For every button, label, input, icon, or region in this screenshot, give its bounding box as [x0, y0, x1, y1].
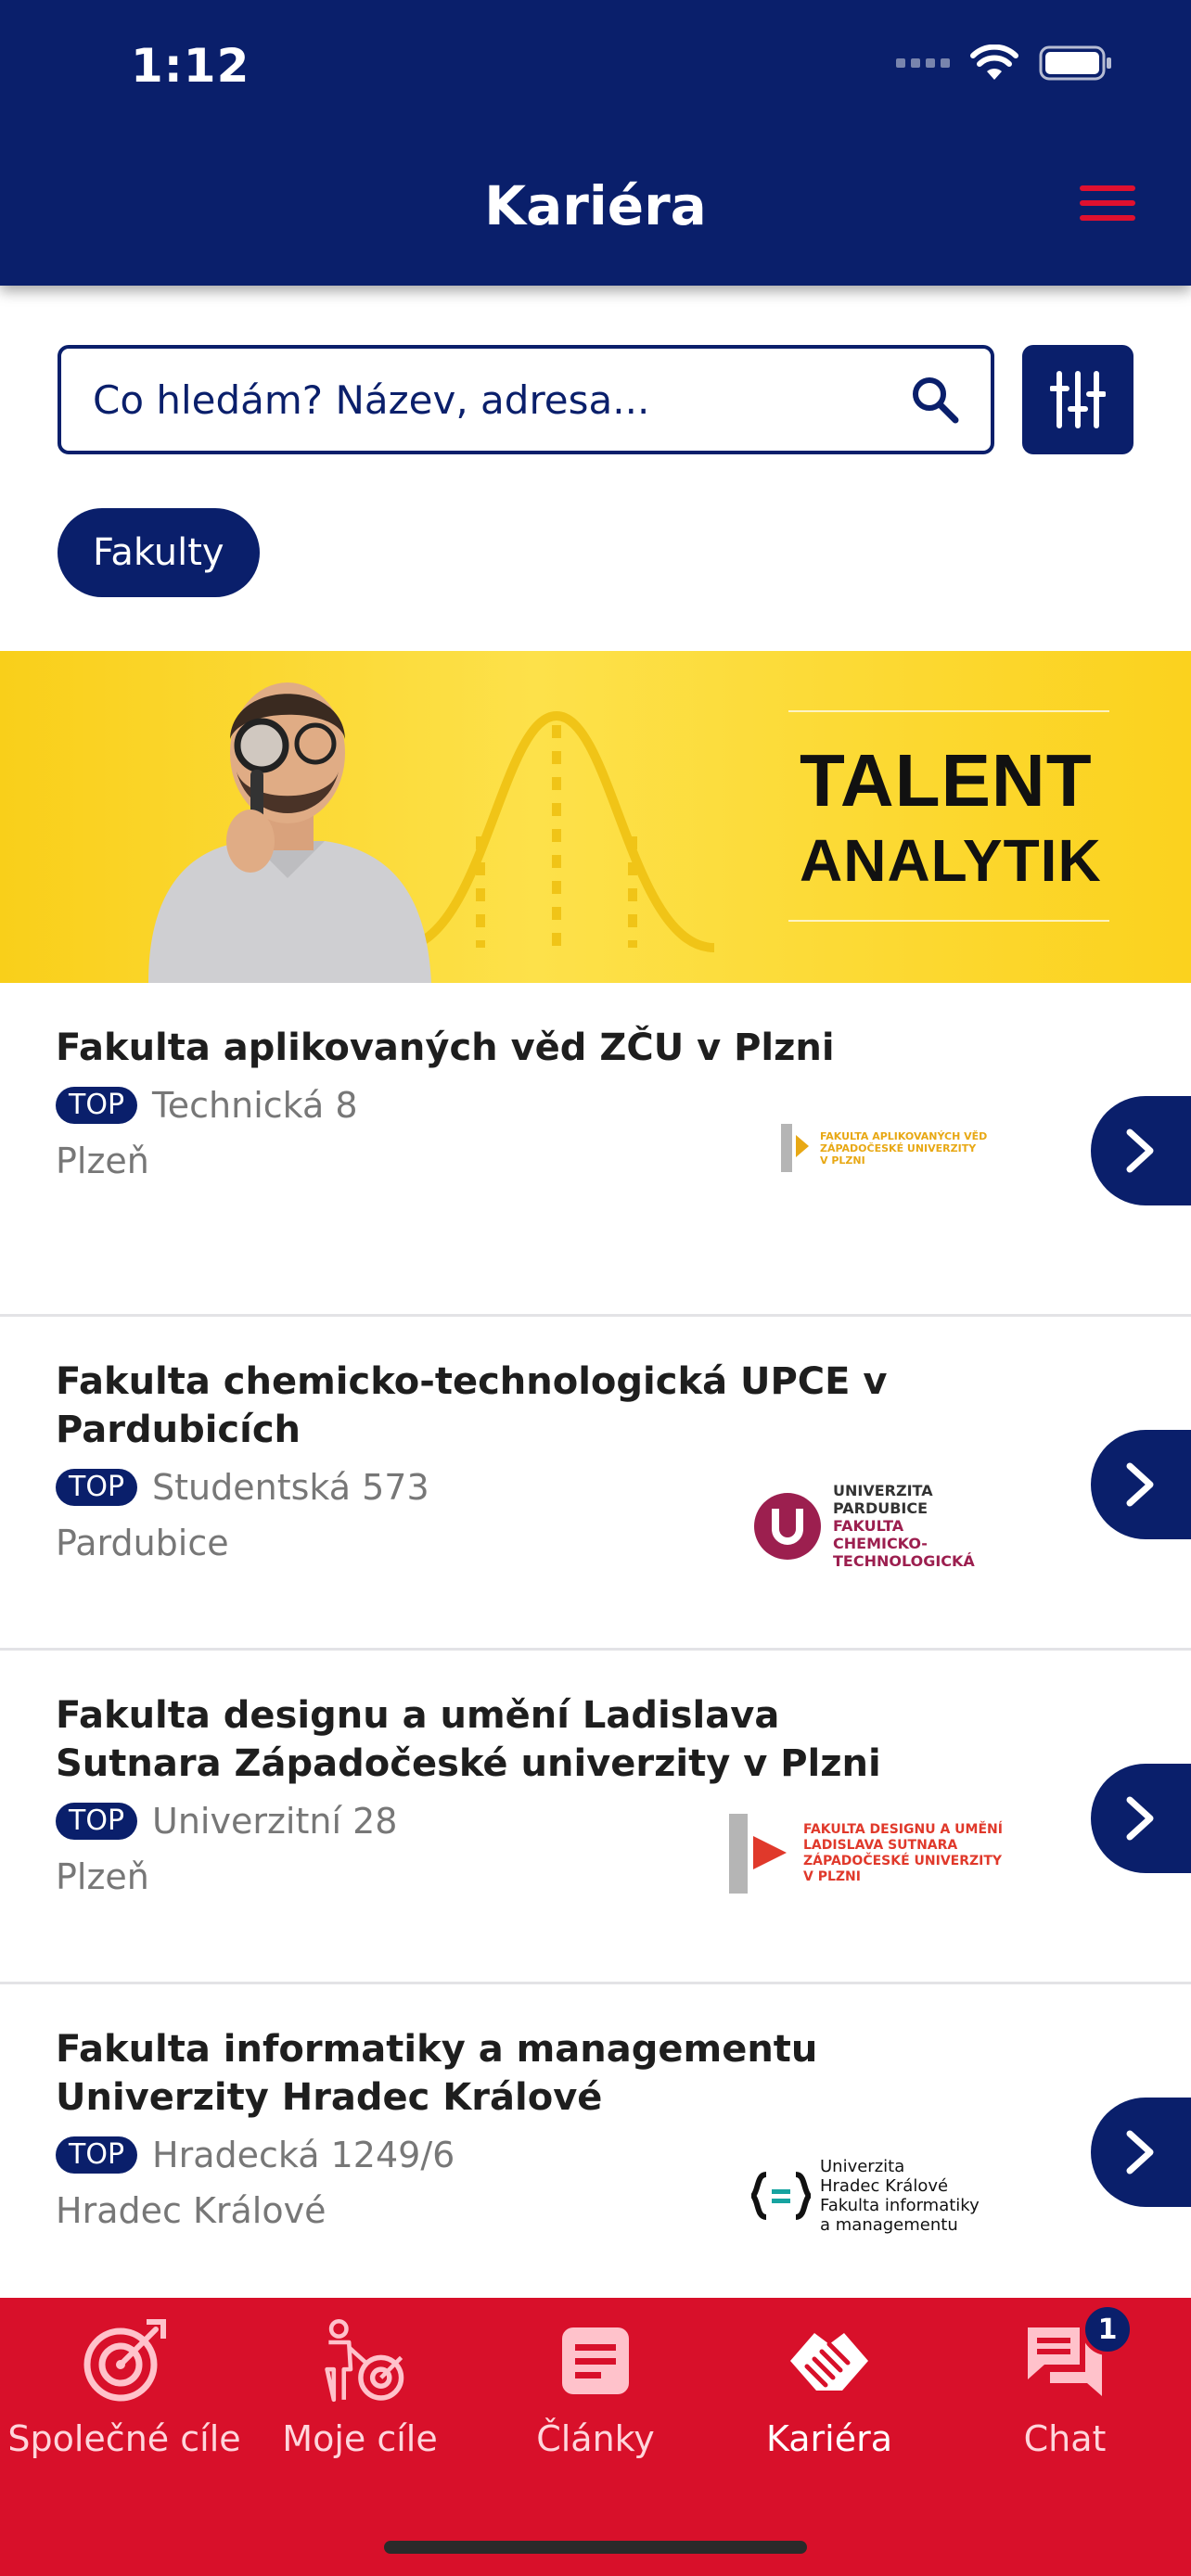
upce-logo-icon [754, 1492, 821, 1560]
home-indicator [384, 2541, 807, 2554]
item-title: Fakulta chemicko-technologická UPCE v Pa… [56, 1360, 888, 1451]
faculty-list: Fakulta aplikovaných věd ZČU v Plzni TOP… [0, 983, 1191, 2318]
uhk-logo-icon [751, 2172, 811, 2220]
item-address: TOP Univerzitní 28 [56, 1801, 397, 1842]
tab-label: Články [536, 2418, 655, 2459]
list-item[interactable]: Fakulta designu a umění Ladislava Sutnar… [0, 1651, 1191, 1984]
item-address: TOP Studentská 573 [56, 1467, 429, 1508]
chevron-right-icon [1126, 1796, 1154, 1841]
faculty-logo: FAKULTA APLIKOVANÝCH VĚD ZÁPADOČESKÉ UNI… [779, 1122, 987, 1174]
chevron-right-icon [1126, 1129, 1154, 1173]
tab-chat[interactable]: 1 Chat [946, 2303, 1184, 2491]
battery-icon [1039, 45, 1111, 81]
bottom-tab-bar: Společné cíle Moje cíle Články Kariéra 1… [0, 2298, 1191, 2576]
filter-button[interactable] [1022, 345, 1133, 454]
wifi-icon [970, 45, 1018, 80]
tab-label: Moje cíle [282, 2418, 438, 2459]
top-badge: TOP [56, 1087, 138, 1124]
list-item[interactable]: Fakulta chemicko-technologická UPCE v Pa… [0, 1317, 1191, 1651]
search-box [58, 345, 994, 454]
item-street: Univerzitní 28 [152, 1801, 398, 1842]
item-title: Fakulta designu a umění Ladislava Sutnar… [56, 1694, 881, 1785]
tab-label: Společné cíle [7, 2418, 241, 2459]
banner-line-2: ANALYTIK [800, 827, 1102, 894]
hamburger-menu-button[interactable] [1080, 185, 1135, 230]
handshake-icon [783, 2315, 876, 2407]
tab-label: Chat [1023, 2418, 1107, 2459]
tab-kariera[interactable]: Kariéra [711, 2315, 948, 2491]
menu-icon [1080, 185, 1135, 191]
item-title: Fakulta aplikovaných věd ZČU v Plzni [56, 1027, 835, 1069]
chevron-right-icon [1126, 1462, 1154, 1507]
item-address: TOP Technická 8 [56, 1085, 358, 1126]
target-icon [78, 2315, 171, 2407]
banner-line-1: TALENT [800, 739, 1093, 822]
man-with-magnifier-image [148, 682, 431, 983]
page-title: Kariéra [484, 174, 707, 237]
item-title: Fakulta informatiky a managementu Univer… [56, 2028, 818, 2119]
open-detail-button[interactable] [1091, 1764, 1191, 1873]
article-icon [549, 2315, 642, 2407]
item-street: Technická 8 [152, 1085, 358, 1126]
faculty-logo: Univerzita Hradec Králové Fakulta inform… [751, 2157, 980, 2235]
item-street: Hradecká 1249/6 [152, 2135, 455, 2175]
promo-banner[interactable]: TALENT ANALYTIK [0, 651, 1191, 983]
sliders-icon [1050, 371, 1106, 428]
list-item[interactable]: Fakulta informatiky a managementu Univer… [0, 1984, 1191, 2318]
faculty-logo: FAKULTA DESIGNU A UMĚNÍ LADISLAVA SUTNAR… [727, 1810, 1003, 1897]
top-badge: TOP [56, 2136, 138, 2174]
cellular-signal-icon [896, 58, 950, 68]
banner-headline: TALENT ANALYTIK [800, 739, 1102, 894]
item-city: Hradec Králové [56, 2190, 327, 2231]
search-icon[interactable] [907, 372, 963, 427]
status-icons [896, 45, 1113, 82]
tab-clanky[interactable]: Články [477, 2315, 714, 2491]
search-input[interactable] [93, 376, 907, 423]
faculty-logo: UNIVERZITA PARDUBICE FAKULTA CHEMICKO- T… [753, 1482, 975, 1570]
zcu-design-logo-icon [729, 1814, 787, 1894]
person-target-icon [314, 2315, 406, 2407]
item-city: Pardubice [56, 1523, 229, 1563]
app-header: 1:12 Kariéra [0, 0, 1191, 286]
zcu-logo-icon [781, 1124, 809, 1172]
status-time: 1:12 [131, 39, 250, 93]
item-street: Studentská 573 [152, 1467, 429, 1508]
chat-icon: 1 [1018, 2303, 1133, 2407]
chat-unread-badge: 1 [1082, 2303, 1133, 2355]
top-badge: TOP [56, 1469, 138, 1506]
item-city: Plzeň [56, 1141, 149, 1181]
open-detail-button[interactable] [1091, 1096, 1191, 1205]
chevron-right-icon [1126, 2130, 1154, 2174]
list-item[interactable]: Fakulta aplikovaných věd ZČU v Plzni TOP… [0, 983, 1191, 1317]
top-badge: TOP [56, 1803, 138, 1840]
open-detail-button[interactable] [1091, 1430, 1191, 1539]
filter-chip-fakulty[interactable]: Fakulty [58, 508, 260, 597]
open-detail-button[interactable] [1091, 2098, 1191, 2207]
tab-spolecne-cile[interactable]: Společné cíle [6, 2315, 243, 2491]
tab-label: Kariéra [765, 2418, 892, 2459]
item-city: Plzeň [56, 1856, 149, 1897]
item-address: TOP Hradecká 1249/6 [56, 2135, 455, 2175]
tab-moje-cile[interactable]: Moje cíle [241, 2315, 479, 2491]
